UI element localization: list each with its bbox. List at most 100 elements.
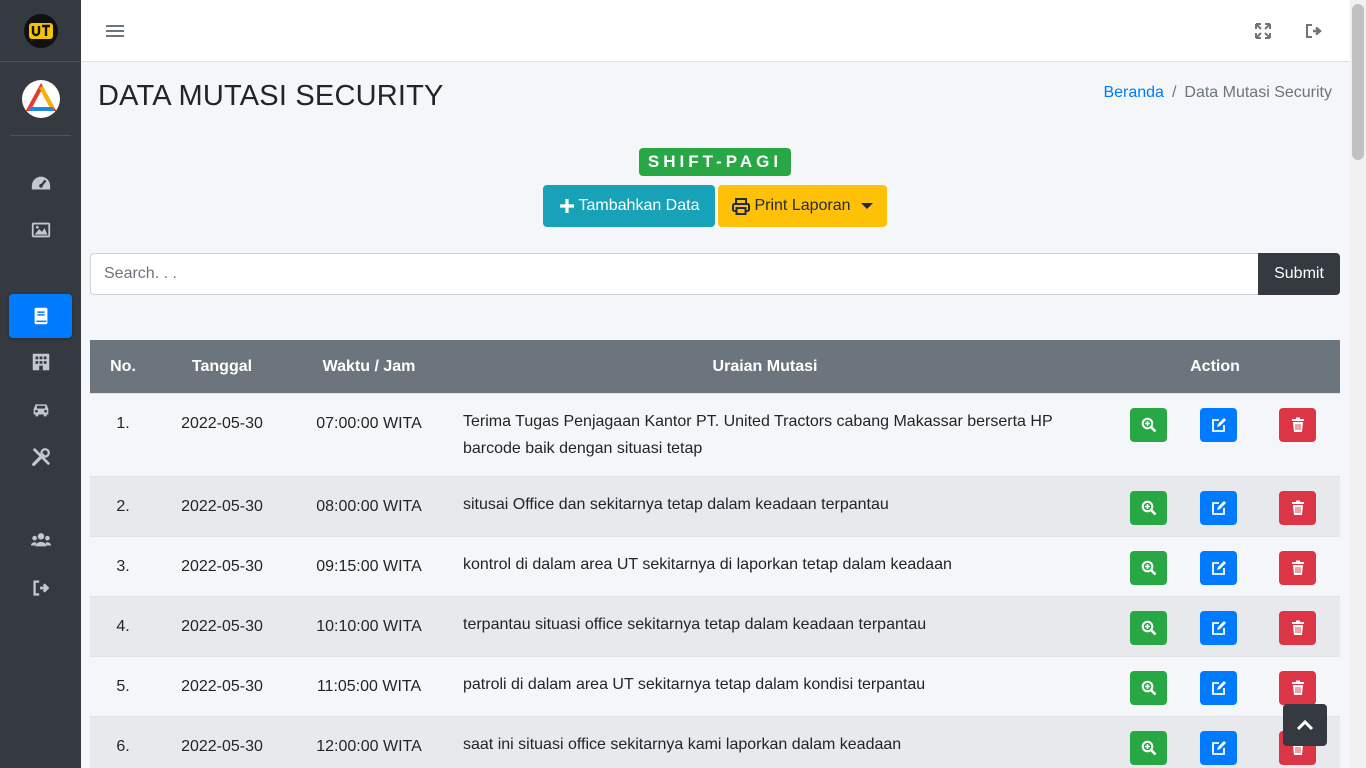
view-button[interactable]: [1130, 491, 1167, 525]
sidebar-item-building[interactable]: [9, 340, 72, 384]
sidebar-item-logout[interactable]: [9, 566, 72, 610]
mutasi-table: No. Tanggal Waktu / Jam Uraian Mutasi Ac…: [90, 340, 1340, 768]
action-buttons: [1090, 491, 1340, 525]
trash-icon: [1291, 620, 1304, 635]
edit-icon: [1211, 621, 1226, 635]
back-to-top-button[interactable]: [1283, 704, 1327, 746]
scrollbar-thumb[interactable]: [1352, 4, 1364, 160]
table-body: 1. 2022-05-30 07:00:00 WITA Terima Tugas Pe…: [90, 393, 1340, 768]
brand: [0, 0, 81, 62]
breadcrumb-current: Data Mutasi Security: [1184, 84, 1332, 101]
search-plus-icon: [1141, 680, 1156, 696]
cell-uraian: saat ini situasi office sekitarnya kami …: [463, 736, 902, 753]
view-button[interactable]: [1130, 731, 1167, 765]
action-buttons: [1090, 408, 1340, 442]
cell-action: [1090, 394, 1340, 476]
cell-tanggal: 2022-05-30: [181, 558, 263, 575]
delete-button[interactable]: [1279, 408, 1316, 442]
plus-icon: [559, 199, 574, 213]
view-button[interactable]: [1130, 671, 1167, 705]
sidebar-item-vehicle[interactable]: [9, 387, 72, 431]
edit-button[interactable]: [1200, 611, 1237, 645]
avatar[interactable]: [21, 79, 60, 118]
logout-button[interactable]: [1302, 19, 1326, 43]
cell-no: 6.: [116, 738, 130, 755]
action-buttons: [1090, 671, 1340, 705]
cell-action: [1090, 477, 1340, 536]
table-row: 6. 2022-05-30 12:00:00 WITA saat ini situas…: [90, 716, 1340, 768]
edit-button[interactable]: [1200, 551, 1237, 585]
sidebar-item-tools[interactable]: [9, 435, 72, 479]
search-input[interactable]: [90, 253, 1258, 295]
delete-button[interactable]: [1279, 551, 1316, 585]
sidebar-item-mutasi[interactable]: [9, 294, 72, 338]
users-icon: [30, 533, 51, 547]
table-row: 2. 2022-05-30 08:00:00 WITA situsai Office …: [90, 476, 1340, 536]
add-data-button[interactable]: Tambahkan Data: [543, 185, 715, 227]
trash-icon: [1291, 560, 1304, 575]
trash-icon: [1291, 680, 1304, 695]
search-plus-icon: [1141, 740, 1156, 756]
cell-uraian: patroli di dalam area UT sekitarnya teta…: [463, 676, 926, 693]
sidebar-item-users[interactable]: [9, 518, 72, 562]
building-icon: [32, 353, 49, 371]
cell-waktu: 12:00:00 WITA: [316, 738, 422, 755]
edit-button[interactable]: [1200, 491, 1237, 525]
sidebar-item-dashboard[interactable]: [9, 162, 72, 206]
sidebar-item-gallery[interactable]: [9, 208, 72, 252]
fullscreen-button[interactable]: [1251, 19, 1275, 43]
tools-icon: [31, 448, 50, 466]
view-button[interactable]: [1130, 408, 1167, 442]
view-button[interactable]: [1130, 611, 1167, 645]
table-header: No. Tanggal Waktu / Jam Uraian Mutasi Ac…: [90, 340, 1340, 393]
cell-action: [1090, 597, 1340, 656]
table-row: 1. 2022-05-30 07:00:00 WITA Terima Tugas Pe…: [90, 393, 1340, 476]
menu-toggle-button[interactable]: [103, 19, 127, 43]
caret-down-icon: [860, 203, 873, 209]
column-header-waktu: Waktu / Jam: [322, 357, 416, 375]
cell-tanggal: 2022-05-30: [181, 415, 263, 432]
search-plus-icon: [1141, 500, 1156, 516]
cell-uraian: situsai Office dan sekitarnya tetap dala…: [463, 496, 889, 513]
search-plus-icon: [1141, 620, 1156, 636]
edit-button[interactable]: [1200, 408, 1237, 442]
cell-tanggal: 2022-05-30: [181, 678, 263, 695]
submit-button[interactable]: Submit: [1258, 253, 1340, 295]
trash-icon: [1291, 417, 1304, 432]
print-report-dropdown[interactable]: Print Laporan: [718, 185, 887, 227]
car-icon: [33, 404, 48, 417]
edit-button[interactable]: [1200, 671, 1237, 705]
vertical-scrollbar[interactable]: [1350, 0, 1366, 768]
delete-button[interactable]: [1279, 491, 1316, 525]
edit-icon: [1211, 681, 1226, 695]
delete-button[interactable]: [1279, 611, 1316, 645]
book-icon: [34, 307, 47, 325]
breadcrumb: Beranda / Data Mutasi Security: [1103, 84, 1332, 102]
chevron-up-icon: [1296, 719, 1314, 731]
cell-no: 3.: [116, 558, 130, 575]
shift-badge: SHIFT-PAGI: [639, 148, 791, 176]
page-title: DATA MUTASI SECURITY: [98, 80, 444, 112]
edit-button[interactable]: [1200, 731, 1237, 765]
action-buttons: [1090, 551, 1340, 585]
column-header-action: Action: [1190, 357, 1240, 375]
cell-uraian: kontrol di dalam area UT sekitarnya di l…: [463, 556, 952, 573]
print-icon: [732, 197, 751, 215]
cell-no: 1.: [116, 415, 130, 432]
breadcrumb-home-link[interactable]: Beranda: [1103, 84, 1164, 101]
image-icon: [31, 222, 50, 238]
dashboard-icon: [31, 176, 50, 190]
cell-no: 4.: [116, 618, 130, 635]
cell-uraian: Terima Tugas Penjagaan Kantor PT. United…: [463, 413, 1053, 457]
table-row: 3. 2022-05-30 09:15:00 WITA kontrol di dala…: [90, 536, 1340, 596]
delete-button[interactable]: [1279, 671, 1316, 705]
table-row: 5. 2022-05-30 11:05:00 WITA patroli di dala…: [90, 656, 1340, 716]
view-button[interactable]: [1130, 551, 1167, 585]
brand-logo[interactable]: [23, 13, 58, 48]
sign-out-icon: [32, 580, 49, 596]
edit-icon: [1211, 418, 1226, 432]
user-panel: [10, 62, 71, 136]
cell-tanggal: 2022-05-30: [181, 498, 263, 515]
sidebar: [0, 0, 81, 768]
expand-icon: [1255, 23, 1271, 39]
